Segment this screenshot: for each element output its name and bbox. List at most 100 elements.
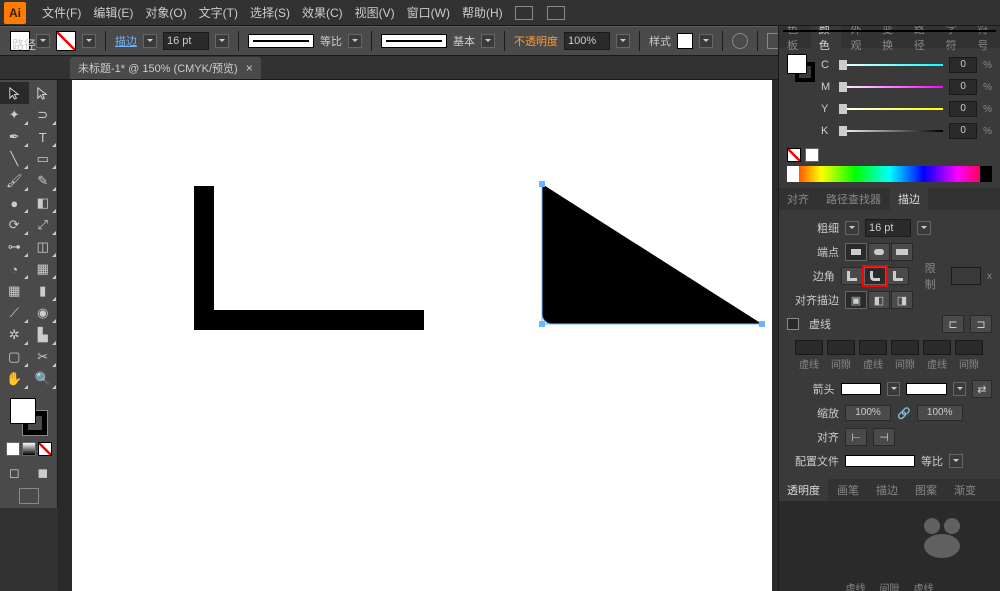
profile-dd[interactable] xyxy=(949,454,963,468)
transparency-panel: 虚线 间隙 虚线 xyxy=(779,501,1000,591)
menu-select[interactable]: 选择(S) xyxy=(244,4,296,21)
tab-pattern[interactable]: 图案 xyxy=(907,479,945,501)
profile-preview[interactable] xyxy=(845,455,915,467)
cap-butt-button[interactable] xyxy=(845,243,867,261)
cap-round-button[interactable] xyxy=(868,243,890,261)
stroke-dropdown[interactable] xyxy=(82,34,96,48)
tab-gradient[interactable]: 渐变 xyxy=(946,479,984,501)
corner-bevel-button[interactable] xyxy=(887,267,909,285)
layout-icon-1[interactable] xyxy=(515,6,533,20)
m-value[interactable]: 0 xyxy=(949,79,977,95)
shape-miter-l[interactable] xyxy=(194,186,214,330)
c-slider[interactable] xyxy=(839,60,943,70)
recolor-icon[interactable] xyxy=(732,33,748,49)
style-dd[interactable] xyxy=(699,34,713,48)
align-inside-button[interactable]: ◧ xyxy=(868,291,890,309)
weight-label: 粗细 xyxy=(787,220,839,236)
arrow-end[interactable] xyxy=(906,383,947,395)
profile-preview-2[interactable] xyxy=(381,34,447,48)
stroke-label[interactable]: 描边 xyxy=(115,33,137,49)
dash-align-2[interactable]: ⊐ xyxy=(970,315,992,333)
shape-miter-l[interactable] xyxy=(194,310,424,330)
arrow-end-dd[interactable] xyxy=(953,382,966,396)
menu-object[interactable]: 对象(O) xyxy=(139,4,192,21)
stroke-swatch[interactable] xyxy=(56,31,76,51)
tab-title: 未标题-1* @ 150% (CMYK/预览) xyxy=(78,60,238,76)
corner-miter-button[interactable] xyxy=(841,267,863,285)
style-swatch[interactable] xyxy=(677,33,693,49)
menu-type[interactable]: 文字(T) xyxy=(193,4,244,21)
y-value[interactable]: 0 xyxy=(949,101,977,117)
stroke-panel-tabs: 对齐 路径查找器 描边 xyxy=(779,188,1000,210)
stroke-panel: 粗细 端点 边角 限制 x 对齐描边 xyxy=(779,210,1000,479)
weight-input[interactable] xyxy=(865,219,911,237)
opacity-label[interactable]: 不透明度 xyxy=(514,33,558,49)
tab-pathfinder[interactable]: 路径查找器 xyxy=(818,188,889,210)
layout-icon-2[interactable] xyxy=(547,6,565,20)
opacity-input[interactable] xyxy=(564,32,610,50)
profile-b-dd[interactable] xyxy=(481,34,495,48)
profile-label: 配置文件 xyxy=(787,453,839,469)
profile-a-dd[interactable] xyxy=(348,34,362,48)
shape-round-l[interactable] xyxy=(532,174,792,344)
tab-close-icon[interactable]: × xyxy=(246,61,253,75)
tab-stroke2[interactable]: 描边 xyxy=(868,479,906,501)
white-swatch-icon[interactable] xyxy=(805,148,819,162)
align-center-button[interactable]: ▣ xyxy=(845,291,867,309)
panel-fill-stroke[interactable] xyxy=(787,54,815,82)
opacity-dd[interactable] xyxy=(616,34,630,48)
tab-align[interactable]: 对齐 xyxy=(779,188,817,210)
c-label: C xyxy=(821,59,833,71)
arrow-start-dd[interactable] xyxy=(887,382,900,396)
c-value[interactable]: 0 xyxy=(949,57,977,73)
corner-round-button[interactable] xyxy=(864,267,886,285)
limit-label: 限制 xyxy=(925,260,945,292)
k-label: K xyxy=(821,125,833,137)
dash-align-1[interactable]: ⊏ xyxy=(942,315,964,333)
gap-1[interactable] xyxy=(827,340,855,355)
menu-edit[interactable]: 编辑(E) xyxy=(87,4,139,21)
menu-effect[interactable]: 效果(C) xyxy=(296,4,349,21)
scale-end[interactable]: 100% xyxy=(917,405,963,421)
align-outside-button[interactable]: ◨ xyxy=(891,291,913,309)
menu-window[interactable]: 窗口(W) xyxy=(401,4,456,21)
k-slider[interactable] xyxy=(839,126,943,136)
arrow-align-1[interactable]: ⊢ xyxy=(845,428,867,446)
arrow-start[interactable] xyxy=(841,383,882,395)
menu-help[interactable]: 帮助(H) xyxy=(456,4,509,21)
cap-label: 端点 xyxy=(787,244,839,260)
weight-stepper-2[interactable] xyxy=(845,221,859,235)
arrow-label: 箭头 xyxy=(787,381,835,397)
scale-start[interactable]: 100% xyxy=(845,405,891,421)
dash-3[interactable] xyxy=(923,340,951,355)
dash-1[interactable] xyxy=(795,340,823,355)
weight-stepper[interactable] xyxy=(143,34,157,48)
document-tab[interactable]: 未标题-1* @ 150% (CMYK/预览) × xyxy=(70,57,261,79)
tab-transparency[interactable]: 透明度 xyxy=(779,479,828,501)
weight-dropdown[interactable] xyxy=(215,34,229,48)
tab-stroke[interactable]: 描边 xyxy=(890,188,928,210)
swap-arrows-icon[interactable]: ⇄ xyxy=(972,380,992,398)
dashed-checkbox[interactable] xyxy=(787,318,799,330)
artboard[interactable] xyxy=(72,80,772,591)
spectrum-picker[interactable] xyxy=(787,166,992,182)
stroke-weight-input[interactable] xyxy=(163,32,209,50)
menu-file[interactable]: 文件(F) xyxy=(36,4,87,21)
cap-projecting-button[interactable] xyxy=(891,243,913,261)
align-stroke-label: 对齐描边 xyxy=(787,292,839,308)
gap-3[interactable] xyxy=(955,340,983,355)
arrow-align-2[interactable]: ⊣ xyxy=(873,428,895,446)
limit-input[interactable] xyxy=(951,267,981,285)
y-slider[interactable] xyxy=(839,104,943,114)
menu-view[interactable]: 视图(V) xyxy=(349,4,401,21)
m-slider[interactable] xyxy=(839,82,943,92)
tab-brushes[interactable]: 画笔 xyxy=(829,479,867,501)
k-value[interactable]: 0 xyxy=(949,123,977,139)
dash-2[interactable] xyxy=(859,340,887,355)
fill-dropdown[interactable] xyxy=(36,34,50,48)
weight-dd-2[interactable] xyxy=(917,221,931,235)
profile-preview-1[interactable] xyxy=(248,34,314,48)
gap-2[interactable] xyxy=(891,340,919,355)
scale-label: 缩放 xyxy=(787,405,839,421)
none-swatch-icon[interactable] xyxy=(787,148,801,162)
